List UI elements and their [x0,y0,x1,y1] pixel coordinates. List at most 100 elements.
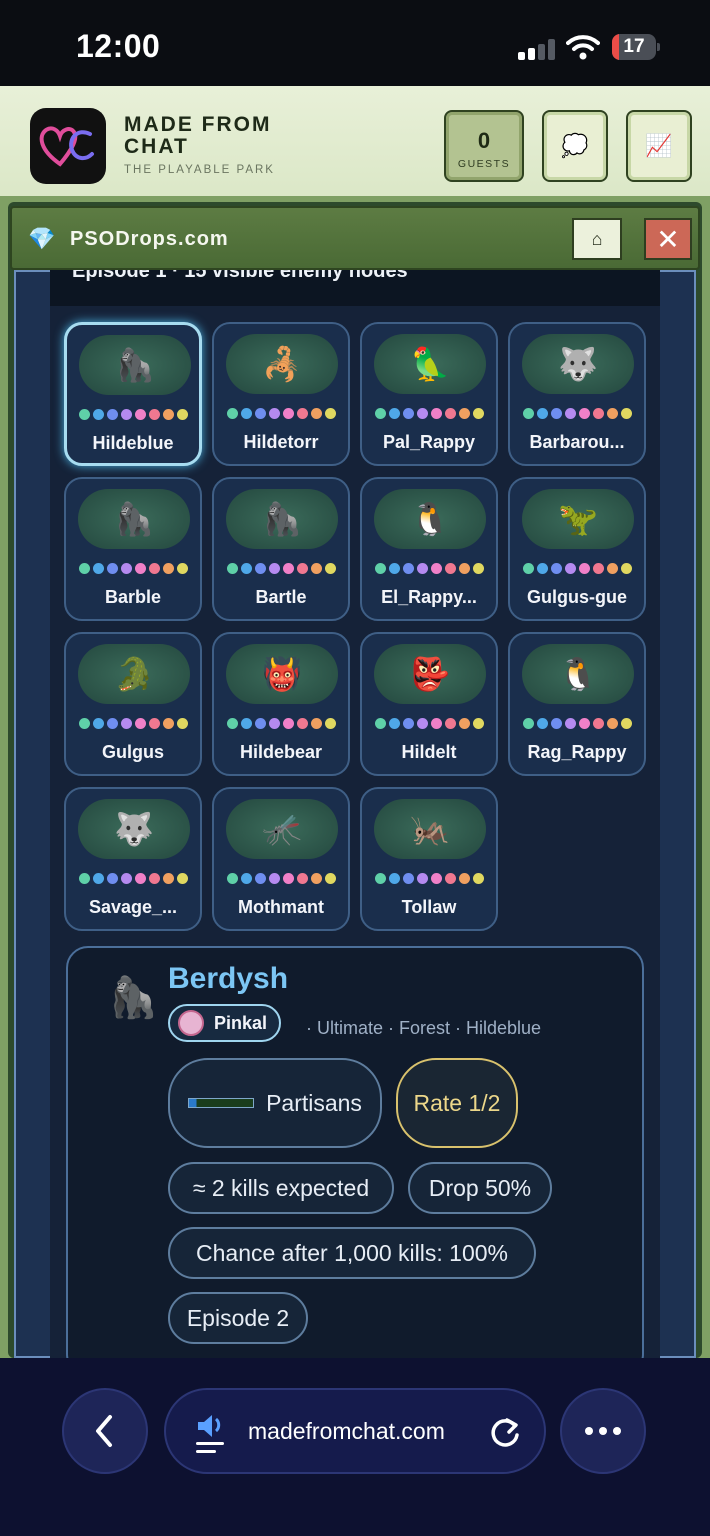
psodrops-content[interactable]: Episode 1 · 15 visible enemy nodes 🦍 Hild… [50,268,660,1358]
drop-meta: · Ultimate · Forest · Hildeblue [306,1018,542,1038]
section-id-dots [66,718,200,729]
weapon-type-label: Partisans [266,1089,362,1116]
speaker-icon [196,1415,224,1453]
enemy-thumbnail: 🐧 [374,489,486,549]
guests-label: GUESTS [457,158,511,170]
enemy-name: Rag_Rappy [527,742,627,762]
brand-title: MADE FROM CHAT [124,113,272,158]
enemy-thumbnail: 👹 [226,644,338,704]
enemy-tile[interactable]: 🦍 Barble [64,477,202,621]
chart-icon: 📈 [645,133,673,158]
back-button[interactable] [62,1388,148,1474]
chevron-left-icon [96,1415,112,1447]
enemy-tile[interactable]: 👹 Hildebear [212,632,350,776]
close-icon: ✕ [656,223,680,255]
enemy-thumbnail: 🦍 [108,975,158,1020]
chat-button[interactable]: 💭 [542,110,608,182]
enemy-name: Tollaw [401,897,457,917]
section-id-dots [362,873,496,884]
status-bar: 12:00 17 [0,0,710,86]
enemy-tile[interactable]: 🦟 Mothmant [212,787,350,931]
episode-pill: Episode 2 [168,1292,308,1344]
reload-icon[interactable] [488,1416,522,1450]
enemy-tile[interactable]: 🐺 Savage_... [64,787,202,931]
enemy-tile[interactable]: 🦜 Pal_Rappy [360,322,498,466]
url-bar[interactable]: madefromchat.com [164,1388,546,1474]
gem-icon: 💎 [28,226,56,251]
enemy-tile[interactable]: 🦍 Bartle [212,477,350,621]
section-id-dots [66,873,200,884]
enemy-thumbnail: 🦂 [226,334,338,394]
section-id-dots [214,873,348,884]
section-id-dots [362,563,496,574]
enemy-thumbnail: 🐺 [522,334,634,394]
drop-detail-card: 🦍 Berdysh Pinkal · Ultimate · Forest · H… [66,946,644,1358]
window-home-button[interactable]: ⌂ [572,218,622,260]
item-name: Berdysh [168,962,289,995]
made-from-chat-logo[interactable] [30,108,106,184]
enemy-thumbnail: 🐺 [78,799,190,859]
enemy-name: Bartle [255,587,307,607]
stats-button[interactable]: 📈 [626,110,692,182]
enemy-thumbnail: 🦍 [226,489,338,549]
enemy-tile[interactable]: 🐧 Rag_Rappy [508,632,646,776]
section-id-dots [510,563,644,574]
enemy-tile[interactable]: 🐧 El_Rappy... [360,477,498,621]
enemy-thumbnail: 🐧 [522,644,634,704]
enemy-name: Mothmant [238,897,324,917]
enemy-name: Savage_... [88,897,178,917]
enemy-name: El_Rappy... [381,587,477,607]
section-id-dots [510,718,644,729]
enemy-name: Barble [104,587,162,607]
enemy-tile[interactable]: 🦗 Tollaw [360,787,498,931]
battery-level: 17 [623,36,645,57]
enemy-name: Pal_Rappy [382,432,476,452]
section-id-chip[interactable]: Pinkal [168,1004,282,1042]
enemy-tile[interactable]: 🐊 Gulgus [64,632,202,776]
cumulative-chance-pill: Chance after 1,000 kills: 100% [168,1227,536,1279]
drop-chance-pill: Drop 50% [408,1162,552,1214]
enemy-tile[interactable]: 🦂 Hildetorr [212,322,350,466]
more-button[interactable] [560,1388,646,1474]
section-id-label: Pinkal [214,1012,268,1033]
window-title: PSODrops.com [70,228,229,250]
window-title-bar[interactable]: 💎 PSODrops.com ⌂ ✕ [10,206,700,270]
ellipsis-icon [585,1427,621,1435]
enemy-thumbnail: 🦍 [78,489,190,549]
section-id-dots [67,409,199,420]
url-text: madefromchat.com [248,1418,445,1444]
enemy-name: Hildelt [401,742,457,762]
wifi-icon [566,35,600,60]
section-id-icon [178,1010,204,1036]
section-id-dots [66,563,200,574]
section-id-dots [510,408,644,419]
section-header: Episode 1 · 15 visible enemy nodes [50,268,660,306]
guests-counter-button[interactable]: 0 GUESTS [444,110,524,182]
enemy-thumbnail: 🐊 [78,644,190,704]
enemy-name: Hildebear [239,742,323,762]
brand-subtitle: THE PLAYABLE PARK [124,164,275,176]
weapon-type-icon [188,1098,255,1108]
chat-bubble-icon: 💭 [561,133,589,158]
enemy-name: Gulgus [102,742,164,762]
section-id-dots [362,408,496,419]
kills-expected-pill: ≈ 2 kills expected [168,1162,394,1214]
enemy-tile[interactable]: 🦖 Gulgus-gue [508,477,646,621]
enemy-name: Hildetorr [243,432,319,452]
enemy-tile[interactable]: 👺 Hildelt [360,632,498,776]
enemy-name: Gulgus-gue [527,587,627,607]
section-id-dots [362,718,496,729]
browser-toolbar: madefromchat.com [0,1358,710,1536]
section-id-dots [214,563,348,574]
enemy-tile[interactable]: 🦍 Hildeblue [64,322,202,466]
weapon-type-pill[interactable]: Partisans [168,1058,382,1148]
window-close-button[interactable]: ✕ [644,218,692,260]
enemy-thumbnail: 🦖 [522,489,634,549]
guests-count: 0 [477,128,491,153]
battery-icon: 17 [612,34,660,60]
status-time: 12:00 [76,28,161,64]
enemy-tile[interactable]: 🐺 Barbarou... [508,322,646,466]
enemy-name: Hildeblue [92,433,174,453]
cellular-signal-icon [518,38,556,60]
enemy-thumbnail: 🦜 [374,334,486,394]
